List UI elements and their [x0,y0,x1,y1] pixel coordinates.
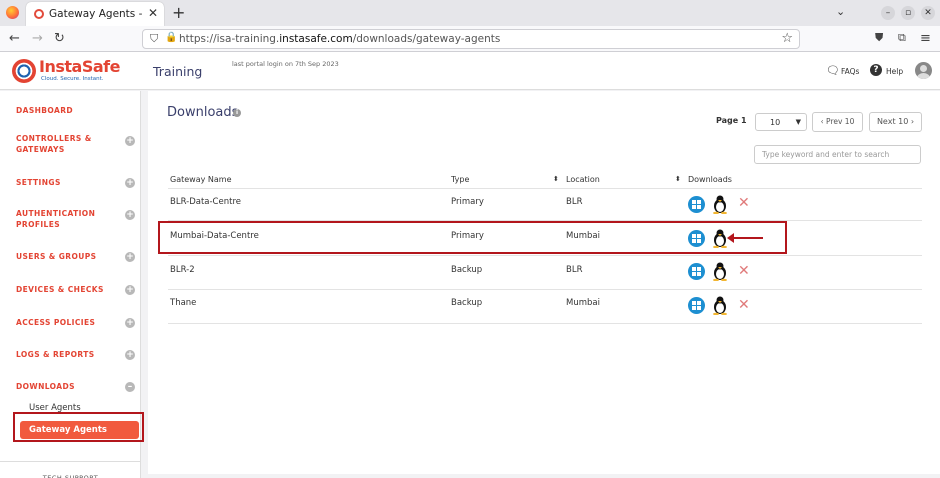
tech-support-label[interactable]: TECH SUPPORT [0,461,141,478]
lock-icon[interactable]: 🔒 [165,32,177,43]
type-cell: Backup [451,265,483,275]
sort-icon[interactable]: ⬍ [553,175,559,183]
user-avatar[interactable] [915,62,932,79]
column-header-location[interactable]: Location [566,175,600,184]
collapse-minus-icon[interactable]: – [125,382,135,392]
highlight-box [158,221,787,254]
windows-download-icon[interactable] [688,297,705,314]
shield-icon[interactable]: ⛉ [150,32,158,46]
windows-download-icon[interactable] [688,263,705,280]
next-page-button[interactable]: Next 10 › [869,112,922,132]
sort-icon[interactable]: ⬍ [675,175,681,183]
location-cell: BLR [566,265,583,275]
restore-icon[interactable]: ▫ [901,6,915,20]
minimize-icon[interactable]: – [881,6,895,20]
unavailable-x-icon: ✕ [738,195,750,211]
logo-text[interactable]: InstaSafe [39,57,120,76]
logo-tagline: Cloud. Secure. Instant. [41,76,104,82]
type-cell: Backup [451,298,483,308]
page-title: Downloads [167,105,239,120]
browser-nav-bar: ← → ↻ ⛉ 🔒 https://isa-training.instasafe… [0,26,940,52]
browser-tab[interactable]: Gateway Agents - Trainin ✕ [26,2,164,26]
gateway-name-cell: BLR-Data-Centre [170,197,241,207]
new-tab-icon[interactable]: + [172,3,185,22]
unavailable-x-icon: ✕ [738,263,750,279]
firefox-icon [6,6,19,19]
column-header-gateway-name[interactable]: Gateway Name [170,175,231,184]
bookmark-star-icon[interactable]: ☆ [781,31,793,46]
table-divider [168,188,922,189]
browser-tab-bar: Gateway Agents - Trainin ✕ + ⌄ – ▫ ✕ [0,0,940,26]
help-icon[interactable]: ? [870,64,882,76]
table-divider [168,255,922,256]
prev-page-button[interactable]: ‹ Prev 10 [812,112,863,132]
highlight-box [13,412,144,442]
column-header-downloads: Downloads [688,175,732,184]
extensions-icon[interactable]: ⧉ [898,31,906,45]
sidebar-item-authentication-profiles[interactable]: AUTHENTICATION PROFILES [16,209,141,230]
sidebar-item-access-policies[interactable]: ACCESS POLICIES [16,318,141,329]
reload-icon[interactable]: ↻ [54,31,65,46]
instasafe-logo-icon[interactable] [12,59,36,83]
sidebar-item-users-groups[interactable]: USERS & GROUPS [16,252,141,263]
gateway-name-cell: Thane [170,298,197,308]
downloads-panel: Downloads i Page 1 10 ▼ ‹ Prev 10 Next 10… [148,91,940,474]
tab-close-icon[interactable]: ✕ [148,6,158,20]
sidebar-item-controllers-gateways[interactable]: CONTROLLERS & GATEWAYS [16,134,141,155]
sidebar-item-downloads[interactable]: DOWNLOADS [16,382,141,393]
location-cell: Mumbai [566,298,600,308]
list-tabs-icon[interactable]: ⌄ [836,5,845,18]
expand-plus-icon[interactable]: + [125,285,135,295]
windows-download-icon[interactable] [688,196,705,213]
close-window-icon[interactable]: ✕ [921,6,935,20]
tab-title: Gateway Agents - Trainin [49,8,145,20]
unavailable-x-icon: ✕ [738,297,750,313]
gateway-name-cell: BLR-2 [170,265,195,275]
expand-plus-icon[interactable]: + [125,350,135,360]
expand-plus-icon[interactable]: + [125,178,135,188]
linux-download-icon[interactable] [712,296,728,315]
sidebar-item-devices-checks[interactable]: DEVICES & CHECKS [16,285,141,296]
column-header-type[interactable]: Type [451,175,469,184]
expand-plus-icon[interactable]: + [125,318,135,328]
expand-plus-icon[interactable]: + [125,252,135,262]
linux-download-icon[interactable] [712,195,728,214]
page-size-select[interactable]: 10 ▼ [755,113,807,131]
url-bar[interactable]: ⛉ 🔒 https://isa-training.instasafe.com/d… [142,29,800,49]
info-icon[interactable]: i [233,109,241,117]
sidebar-item-logs-reports[interactable]: LOGS & REPORTS [16,350,141,361]
app-title: Training [153,64,203,79]
help-link[interactable]: Help [886,67,903,76]
location-cell: BLR [566,197,583,207]
forward-icon[interactable]: → [32,31,43,46]
type-cell: Primary [451,197,484,207]
url-text[interactable]: https://isa-training.instasafe.com/downl… [179,33,500,45]
expand-plus-icon[interactable]: + [125,136,135,146]
sidebar-item-settings[interactable]: SETTINGS [16,178,141,189]
expand-plus-icon[interactable]: + [125,210,135,220]
back-icon[interactable]: ← [9,31,20,46]
tab-favicon-icon [34,9,44,19]
faqs-chat-icon[interactable]: 🗨 [826,64,840,77]
sidebar-item-dashboard[interactable]: DASHBOARD [16,106,141,117]
faqs-link[interactable]: FAQs [841,67,859,76]
page-indicator: Page 1 [716,116,747,125]
table-divider [168,289,922,290]
sidebar: DASHBOARD CONTROLLERS & GATEWAYS + SETTIN… [0,91,144,478]
table-divider [168,323,922,324]
last-login-text: last portal login on 7th Sep 2023 [232,60,339,68]
app-header: InstaSafe Cloud. Secure. Instant. Traini… [0,52,940,90]
chevron-down-icon: ▼ [795,118,801,126]
linux-download-icon[interactable] [712,262,728,281]
menu-icon[interactable]: ≡ [920,31,931,46]
search-input[interactable]: Type keyword and enter to search [754,145,921,164]
pocket-icon[interactable]: ⛊ [875,31,883,45]
